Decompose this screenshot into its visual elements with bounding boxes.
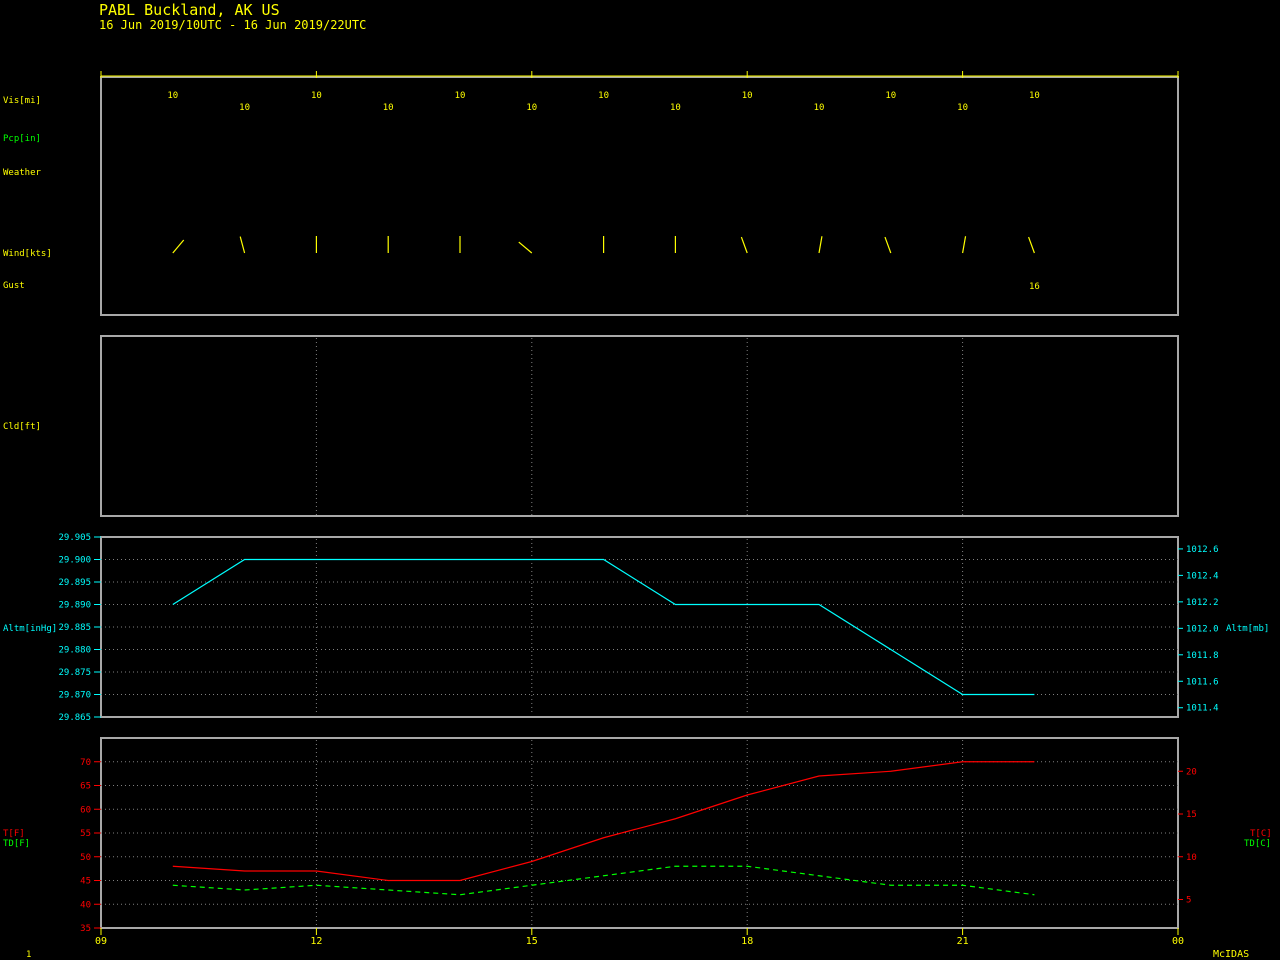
temperature-c-tick-label: 10 <box>1186 853 1197 863</box>
wind-barb <box>962 236 967 254</box>
visibility-value: 10 <box>383 103 394 113</box>
altimeter-tick-label: 29.865 <box>58 713 91 723</box>
gust-label: Gust <box>3 281 25 291</box>
temperature-series <box>172 761 1035 896</box>
temperature-f-tick-label: 50 <box>80 853 91 863</box>
temperature-f-tick-label: 55 <box>80 829 91 839</box>
x-tick-label: 21 <box>957 936 969 947</box>
gust-values: 16 <box>1029 282 1040 292</box>
visibility-values: 10 10 10 10 10 10 10 10 10 10 10 10 10 <box>167 91 1039 113</box>
altimeter-mb-tick-label: 1012.6 <box>1186 545 1219 555</box>
x-tick-label: 09 <box>95 936 107 947</box>
visibility-value: 10 <box>239 103 250 113</box>
temperature-f-tick-label: 70 <box>80 758 91 768</box>
wind-barb <box>172 239 185 254</box>
t-left-label: T[F] <box>3 829 25 839</box>
temperature-grid <box>101 740 1178 926</box>
wind-barb <box>239 236 246 254</box>
visibility-value: 10 <box>742 91 753 101</box>
altimeter-inhg-axis: 29.905 29.900 29.895 29.890 29.885 29.880 29.8… <box>58 533 101 723</box>
time-axis: 09 12 15 18 21 00 <box>95 928 1184 947</box>
visibility-value: 10 <box>455 91 466 101</box>
t-right-label: T[C] <box>1250 829 1272 839</box>
obs-panel-frame <box>100 76 1179 316</box>
vis-label: Vis[mi] <box>3 96 41 106</box>
weather-label: Weather <box>3 168 42 178</box>
visibility-value: 10 <box>598 91 609 101</box>
altimeter-mb-tick-label: 1012.4 <box>1186 571 1219 581</box>
altimeter-panel-frame <box>100 536 1179 718</box>
temperature-c-tick-label: 15 <box>1186 810 1197 820</box>
visibility-value: 10 <box>957 103 968 113</box>
altimeter-mb-tick-label: 1011.4 <box>1186 704 1219 714</box>
x-tick-label: 18 <box>741 936 753 947</box>
temperature-f-tick-label: 60 <box>80 805 91 815</box>
altimeter-mb-axis: 1012.6 1012.4 1012.2 1012.0 1011.8 1011.6 1011… <box>1178 545 1219 714</box>
temperature-c-axis: 5 10 15 20 <box>1178 767 1197 906</box>
x-tick-label: 12 <box>310 936 322 947</box>
altimeter-mb-tick-label: 1012.2 <box>1186 598 1219 608</box>
altimeter-mb-tick-label: 1011.8 <box>1186 651 1219 661</box>
altimeter-tick-label: 29.900 <box>58 556 91 566</box>
visibility-value: 10 <box>885 91 896 101</box>
gust-value: 16 <box>1029 282 1040 292</box>
temperature-line <box>172 761 1035 882</box>
temperature-f-tick-label: 65 <box>80 782 91 792</box>
cloud-panel-frame <box>100 335 1179 517</box>
temperature-f-tick-label: 35 <box>80 924 91 934</box>
wind-barb <box>1028 236 1035 254</box>
visibility-value: 10 <box>814 103 825 113</box>
mcidas-brand: McIDAS <box>1213 949 1249 960</box>
wind-barb <box>740 236 748 254</box>
visibility-value: 10 <box>670 103 681 113</box>
pcp-label: Pcp[in] <box>3 134 41 144</box>
altimeter-tick-label: 29.890 <box>58 601 91 611</box>
x-tick-label: 15 <box>526 936 538 947</box>
altimeter-tick-label: 29.905 <box>58 533 91 543</box>
visibility-value: 10 <box>167 91 178 101</box>
altimeter-tick-label: 29.875 <box>58 668 91 678</box>
wind-barb <box>518 241 533 254</box>
wind-barb <box>818 236 823 254</box>
temperature-c-tick-label: 5 <box>1186 896 1191 906</box>
cloud-grid <box>315 338 964 515</box>
td-right-label: TD[C] <box>1244 839 1271 849</box>
wind-barbs <box>172 236 1035 254</box>
visibility-value: 10 <box>311 91 322 101</box>
x-tick-label: 00 <box>1172 936 1184 947</box>
meteogram: PABL Buckland, AK US 16 Jun 2019/10UTC -… <box>3 1 1272 960</box>
altm-left-label: Altm[inHg] <box>3 624 57 634</box>
altimeter-tick-label: 29.880 <box>58 646 91 656</box>
visibility-value: 10 <box>1029 91 1040 101</box>
station-title: PABL Buckland, AK US <box>99 1 280 19</box>
temperature-f-tick-label: 45 <box>80 877 91 887</box>
visibility-value: 10 <box>526 103 537 113</box>
wind-label: Wind[kts] <box>3 249 52 259</box>
cld-label: Cld[ft] <box>3 422 41 432</box>
temperature-f-tick-label: 40 <box>80 900 91 910</box>
altimeter-mb-tick-label: 1012.0 <box>1186 624 1219 634</box>
altimeter-tick-label: 29.895 <box>58 578 91 588</box>
td-left-label: TD[F] <box>3 839 30 849</box>
altimeter-tick-label: 29.870 <box>58 691 91 701</box>
temperature-c-tick-label: 20 <box>1186 767 1197 777</box>
altimeter-mb-tick-label: 1011.6 <box>1186 677 1219 687</box>
wind-barb <box>884 236 892 254</box>
temperature-panel-frame <box>100 737 1179 929</box>
period-title: 16 Jun 2019/10UTC - 16 Jun 2019/22UTC <box>99 18 366 32</box>
altimeter-tick-label: 29.885 <box>58 623 91 633</box>
altm-right-label: Altm[mb] <box>1226 624 1269 634</box>
page-number: 1 <box>26 950 31 960</box>
altimeter-grid <box>101 539 1178 715</box>
temperature-f-axis: 35 40 45 50 55 60 65 70 <box>80 758 101 934</box>
